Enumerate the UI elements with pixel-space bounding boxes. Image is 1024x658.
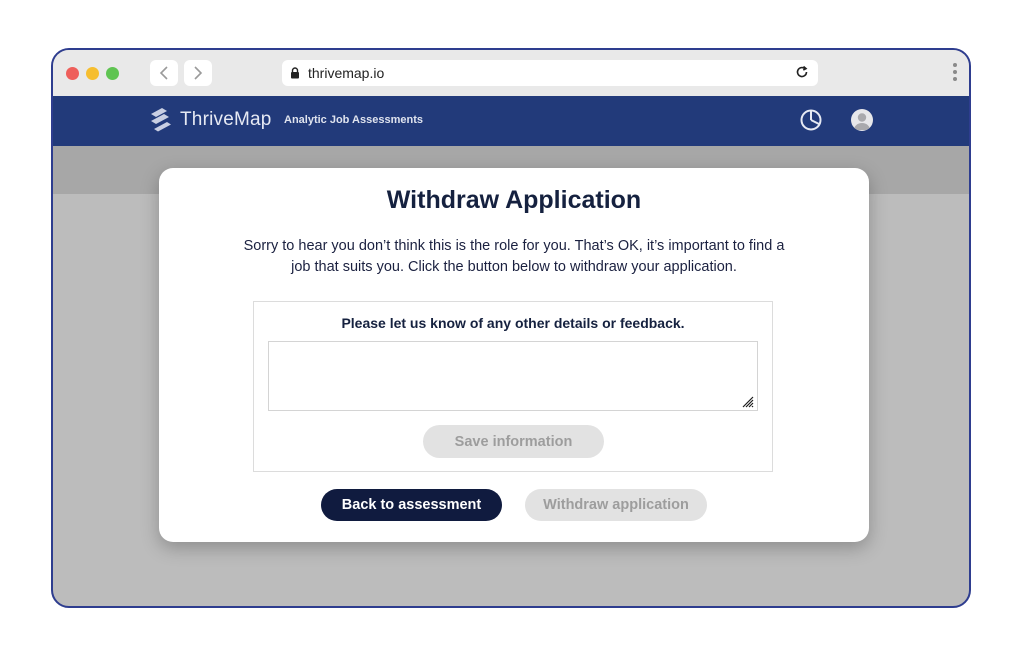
brand-logo[interactable]: ThriveMap [149,107,272,133]
reload-icon[interactable] [794,64,810,80]
save-information-button[interactable]: Save information [423,425,604,458]
forward-button[interactable] [184,60,212,86]
app-header: ThriveMap Analytic Job Assessments [53,96,969,146]
maximize-window-button[interactable] [106,67,119,80]
lock-icon [290,67,300,79]
address-bar[interactable]: thrivemap.io [282,60,818,86]
brand-name: ThriveMap [180,109,272,130]
resize-handle-icon[interactable] [742,395,754,413]
kebab-menu-icon[interactable] [953,63,957,81]
back-to-assessment-button[interactable]: Back to assessment [321,489,502,521]
close-window-button[interactable] [66,67,79,80]
chevron-right-icon [194,66,203,80]
browser-toolbar: thrivemap.io [53,50,969,96]
thrivemap-logo-icon [151,108,171,132]
withdraw-application-button[interactable]: Withdraw application [525,489,707,521]
chevron-left-icon [159,66,168,80]
browser-window: thrivemap.io ThriveMap Analytic Job Asse… [51,48,971,608]
timer-icon[interactable] [799,108,823,137]
feedback-textarea[interactable] [268,341,758,411]
url-text[interactable]: thrivemap.io [308,65,384,81]
app-tagline: Analytic Job Assessments [284,114,423,126]
feedback-panel: Please let us know of any other details … [253,301,773,472]
minimize-window-button[interactable] [86,67,99,80]
modal-description: Sorry to hear you don’t think this is th… [243,238,785,275]
back-button[interactable] [150,60,178,86]
avatar-icon[interactable] [851,109,873,131]
withdraw-application-modal: Withdraw Application Sorry to hear you d… [159,168,869,542]
modal-title: Withdraw Application [386,186,642,214]
feedback-label: Please let us know of any other details … [341,315,685,331]
